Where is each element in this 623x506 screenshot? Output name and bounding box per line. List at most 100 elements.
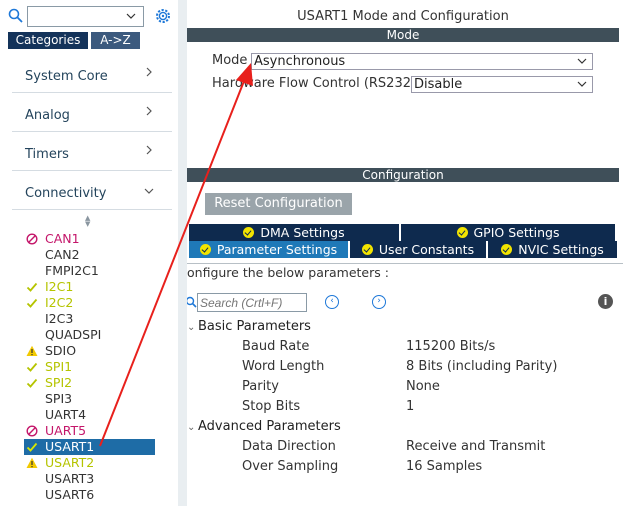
group-basic-parameters[interactable]: ⌄ Basic Parameters bbox=[187, 319, 311, 334]
param-name: Baud Rate bbox=[242, 339, 310, 354]
peripheral-name: QUADSPI bbox=[45, 327, 102, 342]
peripheral-name: I2C3 bbox=[45, 311, 74, 326]
configuration-section-header: Configuration bbox=[187, 168, 619, 182]
peripheral-name: SDIO bbox=[45, 343, 77, 358]
check-icon bbox=[26, 362, 38, 372]
category-label: Analog bbox=[25, 108, 70, 123]
tab-label: Parameter Settings bbox=[216, 242, 338, 257]
flow-control-label: Hardware Flow Control (RS232) bbox=[212, 76, 417, 91]
collapse-icon[interactable]: ⌄ bbox=[187, 422, 198, 433]
tab-categories[interactable]: Categories bbox=[8, 32, 88, 49]
tab-label: NVIC Settings bbox=[518, 242, 604, 257]
tab-user-constants[interactable]: User Constants bbox=[350, 241, 488, 258]
panel-title: USART1 Mode and Configuration bbox=[297, 9, 509, 24]
category-connectivity[interactable]: Connectivity bbox=[12, 174, 172, 210]
list-item-spi1[interactable]: SPI1 bbox=[26, 359, 156, 375]
list-item-uart4[interactable]: UART4 bbox=[26, 407, 156, 423]
list-item-usart3[interactable]: USART3 bbox=[26, 471, 156, 487]
tab-nvic-settings[interactable]: NVIC Settings bbox=[488, 241, 617, 258]
peripheral-search-combobox[interactable] bbox=[27, 6, 144, 27]
param-name: Word Length bbox=[242, 359, 325, 374]
peripheral-name: I2C2 bbox=[45, 295, 74, 310]
peripheral-name: SPI2 bbox=[45, 375, 73, 390]
group-label: Basic Parameters bbox=[198, 319, 311, 334]
peripheral-name: SPI3 bbox=[45, 391, 73, 406]
list-item-spi2[interactable]: SPI2 bbox=[26, 375, 156, 391]
next-match-icon[interactable]: › bbox=[372, 295, 386, 309]
peripheral-name: I2C1 bbox=[45, 279, 74, 294]
previous-match-icon[interactable]: ‹ bbox=[325, 295, 339, 309]
param-value[interactable]: 8 Bits (including Parity) bbox=[406, 359, 557, 374]
list-item-usart1[interactable]: USART1 bbox=[24, 439, 155, 455]
peripheral-name: CAN2 bbox=[45, 247, 80, 262]
category-label: Connectivity bbox=[25, 186, 107, 201]
check-icon bbox=[26, 378, 38, 388]
category-label: Timers bbox=[25, 147, 69, 162]
param-name: Over Sampling bbox=[242, 459, 339, 474]
check-icon bbox=[361, 244, 373, 255]
collapse-icon[interactable]: ⌄ bbox=[187, 322, 198, 333]
list-item-i2c2[interactable]: I2C2 bbox=[26, 295, 156, 311]
tab-dma-settings[interactable]: DMA Settings bbox=[189, 224, 401, 241]
peripheral-name: USART2 bbox=[45, 455, 95, 470]
chevron-right-icon bbox=[146, 145, 152, 155]
tab-label: DMA Settings bbox=[260, 225, 345, 240]
peripheral-name: SPI1 bbox=[45, 359, 73, 374]
tab-a-to-z[interactable]: A->Z bbox=[91, 32, 140, 49]
warning-icon bbox=[26, 457, 38, 468]
panel-splitter[interactable] bbox=[178, 0, 187, 506]
param-name: Parity bbox=[242, 379, 279, 394]
flow-control-value: Disable bbox=[414, 77, 463, 92]
category-system-core[interactable]: System Core bbox=[12, 57, 172, 93]
flow-control-select[interactable]: Disable bbox=[411, 76, 593, 93]
mode-section-header: Mode bbox=[187, 28, 619, 42]
list-item-usart6[interactable]: USART6 bbox=[26, 487, 156, 503]
tab-parameter-settings[interactable]: Parameter Settings bbox=[189, 241, 350, 258]
divider bbox=[187, 263, 623, 264]
configure-hint: onfigure the below parameters : bbox=[187, 265, 389, 280]
chevron-down-icon bbox=[577, 81, 587, 87]
chevron-right-icon bbox=[146, 106, 152, 116]
check-icon bbox=[199, 244, 211, 255]
mode-select-value: Asynchronous bbox=[254, 54, 346, 69]
list-item-i2c1[interactable]: I2C1 bbox=[26, 279, 156, 295]
list-item-fmpi2c1[interactable]: FMPI2C1 bbox=[26, 263, 156, 279]
peripheral-name: USART1 bbox=[45, 439, 95, 454]
group-advanced-parameters[interactable]: ⌄ Advanced Parameters bbox=[187, 419, 341, 434]
list-item-sdio[interactable]: SDIO bbox=[26, 343, 156, 359]
tab-label: GPIO Settings bbox=[473, 225, 560, 240]
peripheral-name: USART3 bbox=[45, 471, 95, 486]
tab-gpio-settings[interactable]: GPIO Settings bbox=[401, 224, 617, 241]
param-name: Stop Bits bbox=[242, 399, 301, 414]
param-value[interactable]: 115200 Bits/s bbox=[406, 339, 495, 354]
chevron-down-icon bbox=[144, 188, 154, 194]
check-icon bbox=[501, 244, 513, 255]
search-icon[interactable] bbox=[8, 8, 24, 24]
check-icon bbox=[26, 442, 38, 452]
reset-configuration-button[interactable]: Reset Configuration bbox=[205, 193, 352, 215]
param-value[interactable]: 16 Samples bbox=[406, 459, 482, 474]
list-item-spi3[interactable]: SPI3 bbox=[26, 391, 156, 407]
disabled-icon bbox=[26, 425, 38, 437]
list-item-usart2[interactable]: USART2 bbox=[26, 455, 156, 471]
parameter-search-input[interactable] bbox=[197, 293, 307, 312]
param-value[interactable]: None bbox=[406, 379, 440, 394]
list-item-can2[interactable]: CAN2 bbox=[26, 247, 156, 263]
chevron-down-icon[interactable] bbox=[125, 10, 137, 22]
mode-label: Mode bbox=[212, 53, 248, 68]
list-item-quadspi[interactable]: QUADSPI bbox=[26, 327, 156, 343]
mode-select[interactable]: Asynchronous bbox=[251, 53, 593, 70]
check-icon bbox=[26, 298, 38, 308]
info-icon[interactable]: i bbox=[598, 294, 613, 309]
list-item-uart5[interactable]: UART5 bbox=[26, 423, 156, 439]
param-value[interactable]: 1 bbox=[406, 399, 414, 414]
param-value[interactable]: Receive and Transmit bbox=[406, 439, 545, 454]
gear-icon[interactable] bbox=[154, 7, 172, 25]
peripheral-name: UART5 bbox=[45, 423, 87, 438]
category-analog[interactable]: Analog bbox=[12, 96, 172, 132]
list-item-can1[interactable]: CAN1 bbox=[26, 231, 156, 247]
category-timers[interactable]: Timers bbox=[12, 135, 172, 171]
peripheral-name: FMPI2C1 bbox=[45, 263, 99, 278]
list-item-i2c3[interactable]: I2C3 bbox=[26, 311, 156, 327]
sort-icon[interactable]: ▲ ▼ bbox=[85, 215, 90, 228]
